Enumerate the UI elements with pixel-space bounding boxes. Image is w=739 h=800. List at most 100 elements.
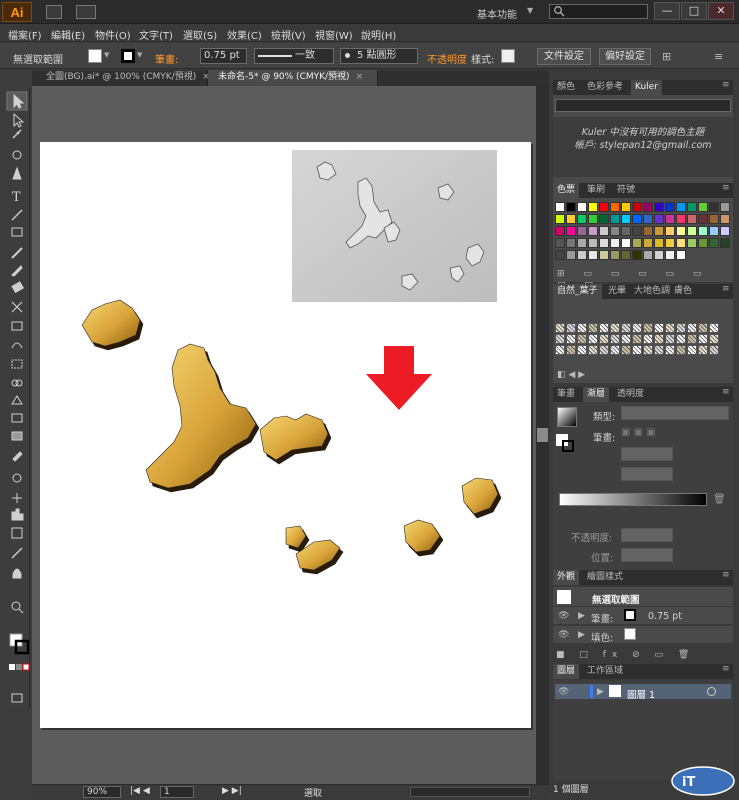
swatch-cell[interactable] bbox=[676, 214, 686, 224]
pattern-grid[interactable] bbox=[555, 323, 731, 355]
swatch-cell[interactable] bbox=[709, 214, 719, 224]
swatch-cell[interactable] bbox=[643, 250, 653, 260]
pattern-swatch-cell[interactable] bbox=[632, 323, 642, 333]
menu-file[interactable]: 檔案(F) bbox=[8, 27, 42, 42]
tab-nature-leaves[interactable]: 自然_葉子 bbox=[553, 284, 602, 299]
swatch-cell[interactable] bbox=[555, 238, 565, 248]
pattern-swatch-cell[interactable] bbox=[588, 345, 598, 355]
layer-name[interactable]: 圖層 1 bbox=[627, 687, 655, 701]
tab-brushes[interactable]: 筆刷 bbox=[583, 183, 609, 198]
pattern-swatch-cell[interactable] bbox=[610, 323, 620, 333]
swatch-cell[interactable] bbox=[566, 226, 576, 236]
menu-object[interactable]: 物件(O) bbox=[95, 27, 131, 42]
panel-menu-icon[interactable]: ≡ bbox=[714, 50, 723, 63]
tab-layers[interactable]: 圖層 bbox=[553, 664, 580, 679]
swatch-cell[interactable] bbox=[555, 250, 565, 260]
gradient-position-field[interactable] bbox=[621, 548, 673, 562]
swatch-cell[interactable] bbox=[643, 202, 653, 212]
swatch-cell[interactable] bbox=[720, 214, 730, 224]
menu-help[interactable]: 說明(H) bbox=[361, 27, 396, 42]
stroke-swatch[interactable] bbox=[121, 49, 135, 63]
pattern-swatch-cell[interactable] bbox=[566, 345, 576, 355]
stroke-weight-field[interactable]: 0.75 pt bbox=[200, 48, 247, 64]
pattern-swatch-cell[interactable] bbox=[698, 345, 708, 355]
artboard-nav-last-icon[interactable]: ▶ ▶| bbox=[222, 786, 242, 796]
trash-icon[interactable]: 🗑 bbox=[713, 494, 726, 505]
pattern-swatch-cell[interactable] bbox=[676, 323, 686, 333]
menu-select[interactable]: 選取(S) bbox=[183, 27, 217, 42]
tab-appearance[interactable]: 外觀 bbox=[553, 570, 580, 585]
bridge-icon[interactable] bbox=[46, 5, 62, 19]
menu-effect[interactable]: 效果(C) bbox=[227, 27, 262, 42]
eye-icon[interactable]: 👁 bbox=[558, 687, 569, 697]
brush-dropdown[interactable]: 5 點圓形 bbox=[340, 48, 418, 64]
swatch-cell[interactable] bbox=[621, 250, 631, 260]
layer-target-icon[interactable] bbox=[707, 687, 716, 696]
swatch-cell[interactable] bbox=[555, 226, 565, 236]
opacity-label[interactable]: 不透明度 bbox=[427, 51, 467, 66]
swatch-cell[interactable] bbox=[709, 226, 719, 236]
swatch-cell[interactable] bbox=[566, 202, 576, 212]
chevron-right-icon[interactable]: ▶ bbox=[597, 687, 604, 697]
swatch-cell[interactable] bbox=[665, 202, 675, 212]
pattern-swatch-cell[interactable] bbox=[588, 323, 598, 333]
pattern-swatch-cell[interactable] bbox=[654, 345, 664, 355]
swatch-cell[interactable] bbox=[566, 214, 576, 224]
appearance-fill-label[interactable]: 填色: bbox=[591, 630, 613, 644]
pattern-swatch-cell[interactable] bbox=[555, 345, 565, 355]
appearance-stroke-label[interactable]: 筆畫: bbox=[591, 611, 613, 625]
swatch-grid[interactable] bbox=[555, 202, 731, 268]
panel-menu-icon[interactable]: ≡ bbox=[722, 80, 730, 90]
gradient-angle-field[interactable] bbox=[621, 447, 673, 461]
pattern-swatch-cell[interactable] bbox=[698, 323, 708, 333]
pattern-swatch-cell[interactable] bbox=[621, 323, 631, 333]
swatch-cell[interactable] bbox=[599, 250, 609, 260]
swatch-cell[interactable] bbox=[577, 202, 587, 212]
swatch-cell[interactable] bbox=[698, 238, 708, 248]
pattern-swatch-cell[interactable] bbox=[566, 323, 576, 333]
pattern-swatch-cell[interactable] bbox=[709, 345, 719, 355]
pattern-swatch-cell[interactable] bbox=[577, 345, 587, 355]
swatch-cell[interactable] bbox=[577, 214, 587, 224]
swatch-cell[interactable] bbox=[654, 226, 664, 236]
pattern-swatch-cell[interactable] bbox=[577, 323, 587, 333]
maximize-button[interactable]: □ bbox=[681, 2, 707, 20]
pattern-swatch-cell[interactable] bbox=[632, 334, 642, 344]
swatch-cell[interactable] bbox=[654, 238, 664, 248]
swatch-cell[interactable] bbox=[555, 214, 565, 224]
pattern-swatch-cell[interactable] bbox=[577, 334, 587, 344]
swatch-cell[interactable] bbox=[709, 238, 719, 248]
status-tool-readout[interactable]: 選取 bbox=[304, 786, 322, 799]
swatch-cell[interactable] bbox=[632, 238, 642, 248]
swatch-cell[interactable] bbox=[687, 202, 697, 212]
scrollbar-thumb[interactable] bbox=[537, 428, 548, 442]
swatch-cell[interactable] bbox=[599, 226, 609, 236]
pattern-swatch-cell[interactable] bbox=[621, 345, 631, 355]
tab-glow[interactable]: 光暈 bbox=[604, 284, 630, 299]
gradient-preview-swatch[interactable] bbox=[557, 407, 577, 427]
swatch-cell[interactable] bbox=[610, 202, 620, 212]
menu-view[interactable]: 檢視(V) bbox=[271, 27, 306, 42]
pattern-swatch-cell[interactable] bbox=[632, 345, 642, 355]
gradient-slider[interactable] bbox=[559, 493, 707, 506]
swatch-cell[interactable] bbox=[588, 202, 598, 212]
swatch-cell[interactable] bbox=[687, 214, 697, 224]
close-icon[interactable]: × bbox=[356, 72, 364, 82]
pattern-swatch-cell[interactable] bbox=[610, 334, 620, 344]
panel-menu-icon[interactable]: ≡ bbox=[722, 183, 730, 193]
swatch-cell[interactable] bbox=[621, 226, 631, 236]
tab-color-guide[interactable]: 色彩參考 bbox=[583, 80, 627, 95]
stroke-label[interactable]: 筆畫: bbox=[155, 51, 178, 66]
zoom-level-field[interactable]: 90% bbox=[83, 786, 121, 798]
pattern-swatch-cell[interactable] bbox=[654, 323, 664, 333]
artboard-number-field[interactable]: 1 bbox=[160, 786, 194, 798]
swatch-cell[interactable] bbox=[610, 250, 620, 260]
arrange-documents-icon[interactable] bbox=[76, 5, 96, 19]
panel-menu-icon[interactable]: ≡ bbox=[722, 284, 730, 294]
pattern-swatch-cell[interactable] bbox=[599, 323, 609, 333]
eye-icon[interactable]: 👁 bbox=[558, 630, 569, 640]
chevron-right-icon[interactable]: ▶ bbox=[578, 611, 585, 621]
swatch-cell[interactable] bbox=[665, 214, 675, 224]
swatch-cell[interactable] bbox=[566, 238, 576, 248]
pattern-swatch-cell[interactable] bbox=[643, 345, 653, 355]
